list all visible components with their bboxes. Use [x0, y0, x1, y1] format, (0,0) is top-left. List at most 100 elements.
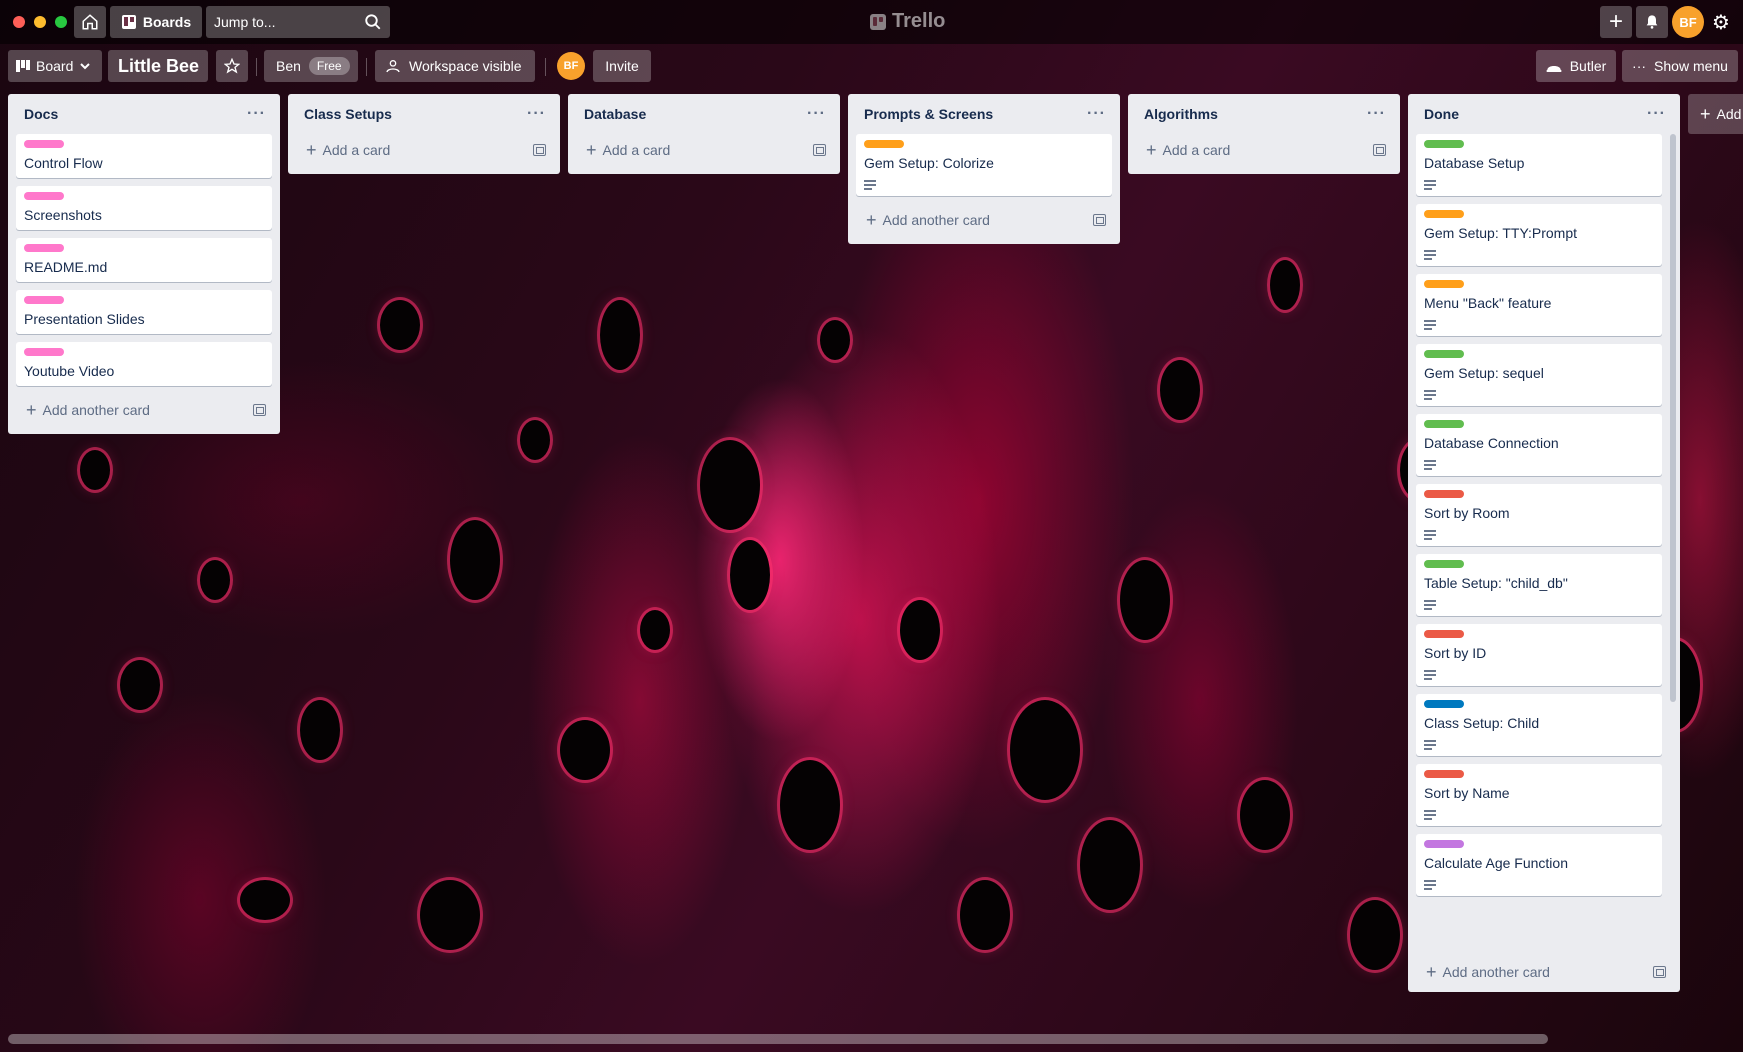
list-menu-icon[interactable]: ··· — [527, 105, 546, 123]
add-list-button[interactable]: + Add another list — [1688, 94, 1743, 134]
card-label[interactable] — [1424, 140, 1464, 148]
list-menu-icon[interactable]: ··· — [1087, 105, 1106, 123]
list-title[interactable]: Done — [1424, 106, 1459, 122]
home-icon — [82, 14, 98, 30]
horizontal-scrollbar[interactable] — [8, 1034, 1548, 1044]
member-avatar[interactable]: BF — [557, 52, 585, 80]
card[interactable]: Screenshots — [16, 186, 272, 230]
card-template-icon[interactable] — [253, 404, 266, 416]
list-header[interactable]: Docs ··· — [16, 94, 272, 134]
list-prompts-screens[interactable]: Prompts & Screens ··· Gem Setup: Colorize +… — [848, 94, 1120, 244]
list-menu-icon[interactable]: ··· — [807, 105, 826, 123]
list-header[interactable]: Prompts & Screens ··· — [856, 94, 1112, 134]
card[interactable]: README.md — [16, 238, 272, 282]
card-template-icon[interactable] — [813, 144, 826, 156]
card[interactable]: Menu "Back" feature — [1416, 274, 1662, 336]
notifications-button[interactable] — [1636, 6, 1668, 38]
card-label[interactable] — [1424, 840, 1464, 848]
home-button[interactable] — [74, 6, 106, 38]
card-label[interactable] — [1424, 420, 1464, 428]
card[interactable]: Class Setup: Child — [1416, 694, 1662, 756]
add-card-button[interactable]: + Add a card — [1136, 134, 1392, 166]
card-label[interactable] — [1424, 560, 1464, 568]
list-class-setups[interactable]: Class Setups ··· + Add a card — [288, 94, 560, 174]
list-header[interactable]: Class Setups ··· — [296, 94, 552, 134]
settings-icon[interactable]: ⚙ — [1712, 10, 1730, 35]
list-header[interactable]: Done ··· — [1416, 94, 1672, 134]
card-label[interactable] — [24, 296, 64, 304]
star-board-button[interactable] — [216, 50, 248, 82]
list-menu-icon[interactable]: ··· — [1647, 105, 1666, 123]
visibility-button[interactable]: Workspace visible — [375, 50, 535, 82]
butler-button[interactable]: Butler — [1536, 50, 1616, 82]
trello-logo[interactable]: Trello — [870, 10, 945, 33]
list-cards-scroll[interactable]: Database Setup Gem Setup: TTY:Prompt Menu … — [1416, 134, 1672, 984]
card[interactable]: Gem Setup: TTY:Prompt — [1416, 204, 1662, 266]
card[interactable]: Gem Setup: Colorize — [856, 134, 1112, 196]
list-docs[interactable]: Docs ··· Control Flow Screenshots README.md P… — [8, 94, 280, 434]
board-view-switcher[interactable]: Board — [8, 50, 102, 82]
list-header[interactable]: Database ··· — [576, 94, 832, 134]
workspace-button[interactable]: Ben Free — [264, 50, 358, 82]
background-blob — [380, 300, 420, 350]
card-label[interactable] — [1424, 630, 1464, 638]
list-menu-icon[interactable]: ··· — [1367, 105, 1386, 123]
add-card-button[interactable]: + Add another card — [1416, 956, 1672, 988]
add-card-button[interactable]: + Add a card — [576, 134, 832, 166]
card-label[interactable] — [864, 140, 904, 148]
background-blob — [420, 880, 480, 950]
card-label[interactable] — [24, 140, 64, 148]
board-title[interactable]: Little Bee — [108, 50, 208, 82]
card-label[interactable] — [1424, 700, 1464, 708]
card[interactable]: Gem Setup: sequel — [1416, 344, 1662, 406]
card-label[interactable] — [1424, 770, 1464, 778]
card-template-icon[interactable] — [1093, 214, 1106, 226]
description-icon — [1424, 600, 1436, 610]
card[interactable]: Sort by Name — [1416, 764, 1662, 826]
list-title[interactable]: Class Setups — [304, 106, 392, 122]
card-label[interactable] — [24, 244, 64, 252]
card-label[interactable] — [1424, 350, 1464, 358]
card-label[interactable] — [1424, 490, 1464, 498]
card[interactable]: Control Flow — [16, 134, 272, 178]
close-window-button[interactable] — [13, 16, 25, 28]
list-header[interactable]: Algorithms ··· — [1136, 94, 1392, 134]
show-menu-button[interactable]: ··· Show menu — [1622, 50, 1738, 82]
list-database[interactable]: Database ··· + Add a card — [568, 94, 840, 174]
card[interactable]: Sort by ID — [1416, 624, 1662, 686]
list-scrollbar[interactable] — [1670, 134, 1676, 702]
add-card-button[interactable]: + Add another card — [16, 394, 272, 426]
minimize-window-button[interactable] — [34, 16, 46, 28]
card-title: Sort by Room — [1424, 505, 1510, 521]
jump-to-search[interactable]: Jump to... — [206, 6, 390, 38]
card[interactable]: Database Connection — [1416, 414, 1662, 476]
card[interactable]: Calculate Age Function — [1416, 834, 1662, 896]
list-algorithms[interactable]: Algorithms ··· + Add a card — [1128, 94, 1400, 174]
card-template-icon[interactable] — [533, 144, 546, 156]
card[interactable]: Database Setup — [1416, 134, 1662, 196]
create-button[interactable]: + — [1600, 6, 1632, 38]
card[interactable]: Table Setup: "child_db" — [1416, 554, 1662, 616]
list-done[interactable]: Done ··· Database Setup Gem Setup: TTY:Prom… — [1408, 94, 1680, 992]
boards-button[interactable]: Boards — [110, 6, 202, 38]
list-title[interactable]: Docs — [24, 106, 58, 122]
card-label[interactable] — [1424, 280, 1464, 288]
list-menu-icon[interactable]: ··· — [247, 105, 266, 123]
list-title[interactable]: Prompts & Screens — [864, 106, 993, 122]
zoom-window-button[interactable] — [55, 16, 67, 28]
list-title[interactable]: Database — [584, 106, 646, 122]
card-label[interactable] — [1424, 210, 1464, 218]
card-label[interactable] — [24, 348, 64, 356]
list-title[interactable]: Algorithms — [1144, 106, 1218, 122]
card-label[interactable] — [24, 192, 64, 200]
card[interactable]: Presentation Slides — [16, 290, 272, 334]
card-template-icon[interactable] — [1373, 144, 1386, 156]
card-template-icon[interactable] — [1653, 966, 1666, 978]
add-card-button[interactable]: + Add another card — [856, 204, 1112, 236]
add-card-button[interactable]: + Add a card — [296, 134, 552, 166]
user-avatar[interactable]: BF — [1672, 6, 1704, 38]
card[interactable]: Sort by Room — [1416, 484, 1662, 546]
card[interactable]: Youtube Video — [16, 342, 272, 386]
invite-button[interactable]: Invite — [593, 50, 651, 82]
card-title: Database Setup — [1424, 155, 1525, 171]
